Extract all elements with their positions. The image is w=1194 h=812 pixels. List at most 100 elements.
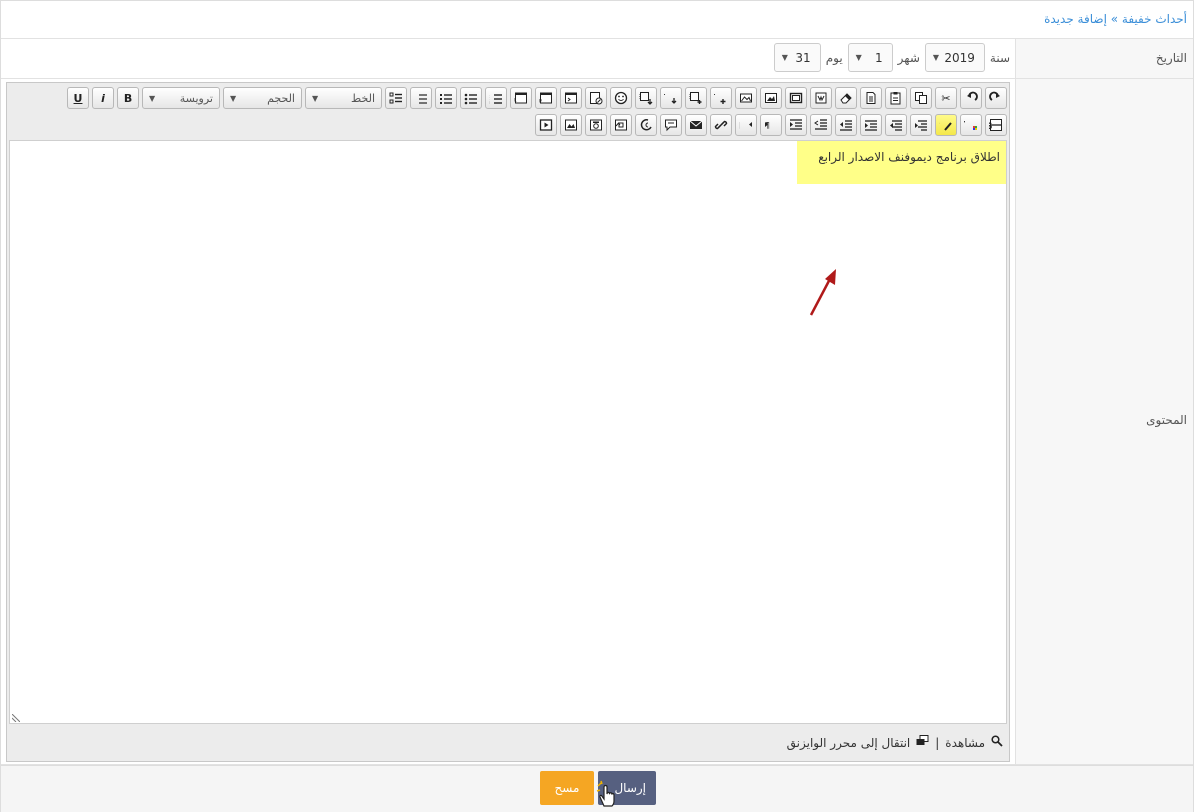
svg-text:3: 3 [489, 100, 490, 105]
unordered-list-icon[interactable] [460, 87, 482, 109]
copy-icon[interactable] [910, 87, 932, 109]
strikethrough-icon[interactable]: S [985, 114, 1007, 136]
svg-text:T: T [714, 93, 716, 104]
preview-link[interactable]: مشاهدة [945, 736, 985, 750]
editor-footer: مشاهدة | انتقال إلى محرر الوايزنق [787, 735, 1003, 750]
image-frame-icon[interactable] [760, 87, 782, 109]
year-label: سنة [989, 50, 1010, 65]
svg-text:ab: ab [939, 120, 940, 127]
unlink-icon[interactable] [635, 114, 657, 136]
search-icon [991, 735, 1003, 750]
footer-separator: | [935, 735, 940, 750]
content-label-cell: المحتوى [1015, 79, 1193, 764]
year-select[interactable]: ▼ 2019 [924, 43, 985, 72]
rich-text-editor: ✂ B B p L ▼ الخط ▼ الحجم ▼ ترويسة B i U … [6, 82, 1010, 762]
gallery-icon[interactable] [560, 114, 582, 136]
chevron-down-icon: ▼ [855, 53, 862, 62]
content-label: المحتوى [1146, 413, 1187, 427]
size-select-value: الحجم [267, 91, 295, 105]
align-justify-icon[interactable] [835, 114, 857, 136]
clear-button[interactable]: مسح [540, 771, 594, 805]
undo-icon[interactable] [960, 87, 982, 109]
switch-editor-link[interactable]: انتقال إلى محرر الوايزنق [787, 736, 911, 750]
edit-page-icon[interactable] [585, 87, 607, 109]
outdent-icon[interactable] [785, 114, 807, 136]
highlight-icon[interactable]: ab [935, 114, 957, 136]
month-select[interactable]: ▼ 1 [847, 43, 893, 72]
font-select[interactable]: ▼ الخط [305, 87, 382, 109]
date-label-cell: التاريخ [1015, 39, 1193, 78]
breadcrumb: أحداث خفيفة » إضافة جديدة [1044, 12, 1187, 26]
breadcrumb-current[interactable]: إضافة جديدة [1044, 12, 1107, 26]
highlighted-content-text[interactable]: اطلاق برنامج ديموفنف الاصدار الرابع [797, 141, 1006, 184]
paste-word-icon[interactable] [810, 87, 832, 109]
chevron-down-icon: ▼ [781, 53, 788, 62]
photo-icon[interactable] [585, 114, 607, 136]
windows-icon [916, 735, 929, 750]
bbcode-plus-icon[interactable]: BB [685, 87, 707, 109]
list-style-icon[interactable]: abc [410, 87, 432, 109]
emoji-icon[interactable] [610, 87, 632, 109]
breadcrumb-separator: » [1106, 12, 1122, 26]
month-value: 1 [875, 50, 883, 65]
link-icon[interactable] [710, 114, 732, 136]
code-window-icon[interactable] [560, 87, 582, 109]
italic-button[interactable]: i [92, 87, 114, 109]
font-select-value: الخط [351, 91, 375, 105]
chevron-down-icon: ▼ [149, 93, 156, 103]
size-select[interactable]: ▼ الحجم [223, 87, 302, 109]
date-label: التاريخ [1155, 51, 1187, 65]
email-icon[interactable] [685, 114, 707, 136]
image-icon[interactable] [735, 87, 757, 109]
text-color-icon[interactable]: T [960, 114, 982, 136]
ordered-list-icon[interactable]: 123 [485, 87, 507, 109]
align-left-icon[interactable] [860, 114, 882, 136]
underline-button[interactable]: U [67, 87, 89, 109]
video-icon[interactable] [535, 114, 557, 136]
annotation-arrow-icon [809, 269, 836, 316]
align-center-icon[interactable] [885, 114, 907, 136]
html-code-icon[interactable]: HTML [510, 87, 532, 109]
hand-cursor-icon [596, 780, 615, 807]
heading-select-value: ترويسة [179, 91, 213, 105]
eraser-icon[interactable] [835, 87, 857, 109]
align-right-icon[interactable] [910, 114, 932, 136]
bbcode-down-icon[interactable]: BB [635, 87, 657, 109]
day-select[interactable]: ▼ 31 [773, 43, 821, 72]
resize-grip-icon[interactable] [12, 714, 20, 722]
list-settings-icon[interactable] [385, 87, 407, 109]
indent-icon[interactable] [810, 114, 832, 136]
editor-content-area[interactable]: اطلاق برنامج ديموفنف الاصدار الرابع [9, 140, 1007, 724]
chevron-down-icon: ▼ [230, 93, 237, 103]
toolbar-row-2: S T ab [535, 114, 1007, 136]
svg-text:¶: ¶ [739, 121, 740, 130]
day-label: يوم [825, 50, 843, 65]
paste-icon[interactable] [885, 87, 907, 109]
ltr-icon[interactable]: ¶ [735, 114, 757, 136]
heading-select[interactable]: ▼ ترويسة [142, 87, 220, 109]
date-row: التاريخ سنة ▼ 2019 شهر ▼ 1 يوم ▼ 31 [1, 39, 1193, 79]
breadcrumb-parent-link[interactable]: أحداث خفيفة [1122, 12, 1187, 26]
svg-text:Php: Php [539, 98, 542, 104]
bold-button[interactable]: B [117, 87, 139, 109]
chevron-down-icon: ▼ [932, 53, 940, 62]
redo-icon[interactable] [985, 87, 1007, 109]
php-code-icon[interactable]: Php [535, 87, 557, 109]
bullet-list-icon[interactable] [435, 87, 457, 109]
action-bar: مسح إرسال [1, 765, 1193, 812]
page: أحداث خفيفة » إضافة جديدة التاريخ سنة ▼ … [0, 0, 1194, 812]
frame-icon[interactable] [785, 87, 807, 109]
flash-icon[interactable] [610, 114, 632, 136]
paste-text-icon[interactable] [860, 87, 882, 109]
content-row: المحتوى ✂ B B p L ▼ الخط ▼ الحجم ▼ ترويس… [1, 79, 1193, 765]
cut-icon[interactable]: ✂ [935, 87, 957, 109]
day-value: 31 [795, 50, 811, 65]
chevron-down-icon: ▼ [312, 93, 319, 103]
rtl-icon[interactable]: ¶ [760, 114, 782, 136]
text-down-icon[interactable]: T [660, 87, 682, 109]
text-plus-icon[interactable]: T [710, 87, 732, 109]
svg-text:a: a [414, 92, 415, 97]
quote-icon[interactable] [660, 114, 682, 136]
breadcrumb-bar: أحداث خفيفة » إضافة جديدة [1, 1, 1193, 39]
toolbar-row-1: ✂ B B p L ▼ الخط ▼ الحجم ▼ ترويسة B i U [67, 87, 1007, 109]
